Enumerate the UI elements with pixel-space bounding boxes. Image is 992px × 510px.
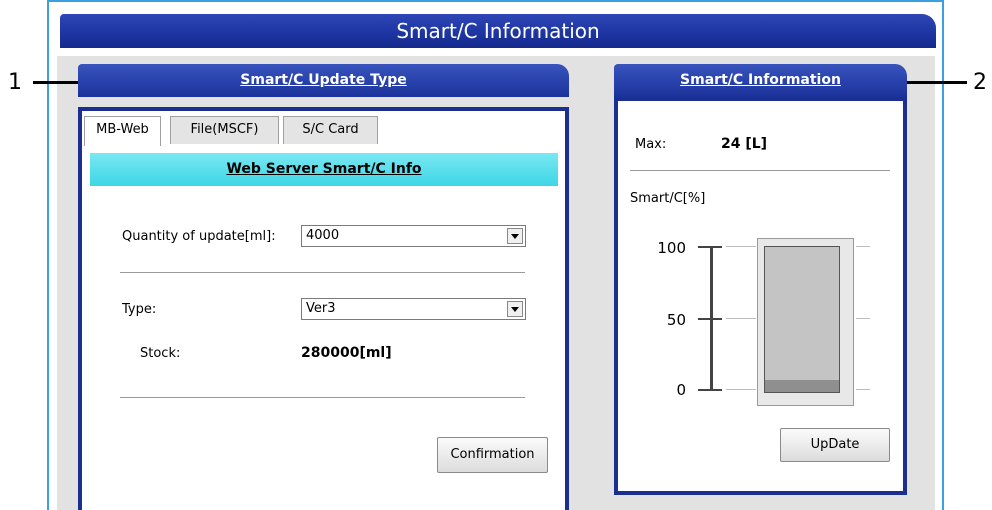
gauge-container [764, 246, 840, 393]
smartc-info-header: Smart/C Information [614, 64, 907, 97]
gauge-guide-line [856, 318, 870, 319]
gauge-guide-line [726, 389, 756, 390]
gauge-level-fill [765, 380, 839, 392]
web-server-banner-label: Web Server Smart/C Info [226, 161, 422, 177]
divider [630, 170, 890, 171]
quantity-select[interactable]: 4000 [301, 225, 526, 247]
stock-value: 280000[ml] [301, 345, 392, 361]
quantity-label: Quantity of update[ml]: [122, 229, 276, 244]
max-value: 24 [L] [721, 136, 768, 152]
quantity-value: 4000 [306, 228, 340, 243]
gauge-guide-line [726, 318, 756, 319]
tab-file-mscf[interactable]: File(MSCF) [170, 116, 279, 144]
tick-label-100: 100 [657, 239, 686, 257]
tick-label-50: 50 [666, 311, 686, 329]
web-server-banner: Web Server Smart/C Info [90, 153, 558, 186]
tab-sc-card[interactable]: S/C Card [283, 116, 378, 144]
divider [120, 397, 525, 398]
page-title: Smart/C Information [60, 14, 936, 48]
smartc-info-header-label: Smart/C Information [680, 72, 841, 88]
tab-mb-web[interactable]: MB-Web [84, 116, 161, 146]
update-type-header-label: Smart/C Update Type [240, 72, 407, 88]
callout-number-1: 1 [8, 70, 22, 95]
chevron-down-icon[interactable] [507, 301, 523, 317]
divider [120, 272, 525, 273]
tick-label-0: 0 [676, 381, 686, 399]
chevron-down-icon[interactable] [507, 228, 523, 244]
max-label: Max: [635, 137, 667, 152]
callout-number-2: 2 [973, 70, 987, 95]
gauge-guide-line [856, 389, 870, 390]
stock-label: Stock: [140, 346, 181, 361]
update-type-header: Smart/C Update Type [78, 64, 569, 97]
gauge-guide-line [856, 246, 870, 247]
gauge-guide-line [726, 246, 756, 247]
confirmation-button[interactable]: Confirmation [437, 437, 548, 473]
type-select[interactable]: Ver3 [301, 298, 526, 320]
gauge-tick-50 [698, 318, 722, 320]
gauge-tick-100 [698, 246, 722, 248]
type-value: Ver3 [306, 301, 336, 316]
type-label: Type: [122, 302, 157, 317]
gauge-tick-0 [698, 389, 722, 391]
gauge-label: Smart/C[%] [630, 191, 706, 206]
update-button[interactable]: UpDate [780, 428, 890, 462]
